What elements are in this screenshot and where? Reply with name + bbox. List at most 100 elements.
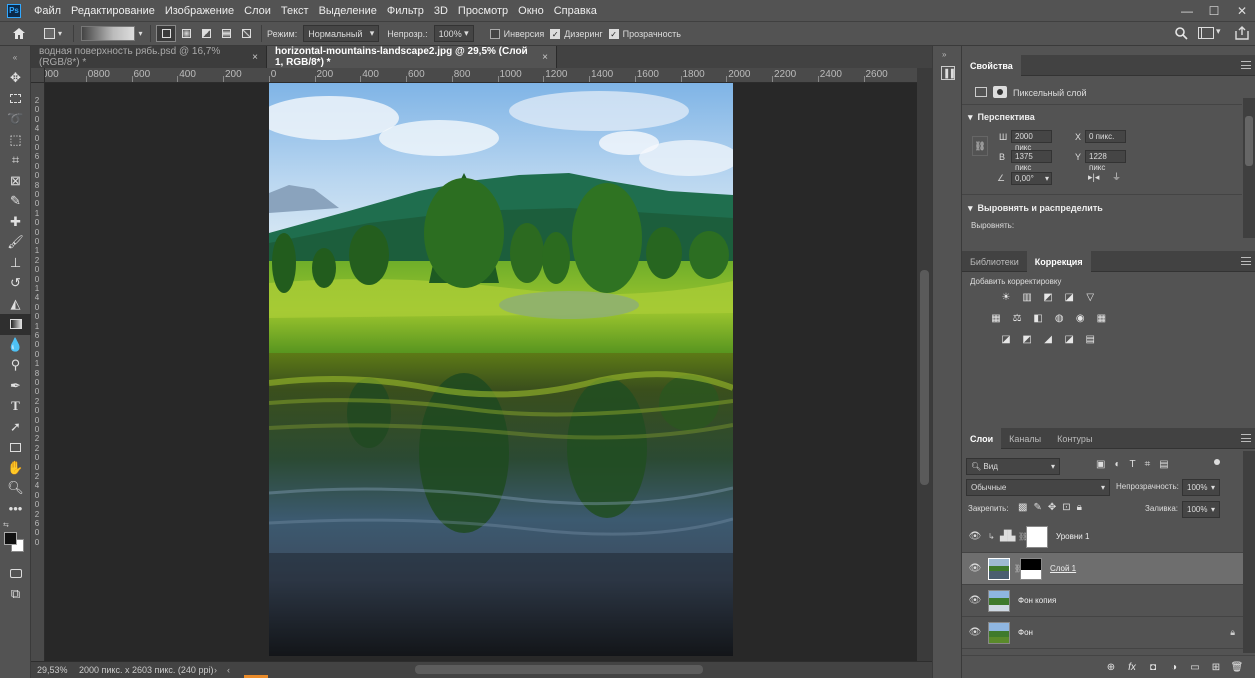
visibility-eye-icon[interactable]: 👁︎ [962,531,988,542]
move-tool-icon[interactable]: ✥ [0,68,31,89]
close-button[interactable]: ✕ [1231,0,1253,21]
invert-icon[interactable]: ◪ [1000,334,1012,345]
lasso-tool-icon[interactable]: ➰ [0,109,31,130]
layer-levels[interactable]: 👁︎ ↳ ▟▙ ⛓ Уровни 1 [962,521,1245,553]
expand-panels-icon[interactable]: » [942,50,946,59]
chain-icon[interactable]: ⛓ [1018,532,1028,541]
tab-layers[interactable]: Слои [962,428,1002,449]
brush-tool-icon[interactable]: 🖌 [0,232,31,253]
new-layer-icon[interactable]: ⊞ [1210,662,1222,673]
properties-scrollbar[interactable] [1243,98,1255,238]
vertical-scroll-thumb[interactable] [920,270,929,485]
add-mask-icon[interactable]: ◘ [1147,662,1159,673]
more-tools-icon[interactable]: ••• [0,499,31,520]
history-brush-icon[interactable]: ↺ [0,273,31,294]
swap-colors-icon[interactable]: ⇆ [3,521,9,529]
type-tool-icon[interactable]: T [0,396,31,417]
history-panel-icon[interactable]: ▐▐ [941,66,955,80]
layer-background-copy[interactable]: 👁︎ Фон копия [962,585,1245,617]
home-icon[interactable] [0,25,38,42]
x-field[interactable]: 0 пикс. [1085,130,1126,143]
mask-thumbnail[interactable] [1020,557,1042,580]
menu-help[interactable]: Справка [549,5,602,17]
brightness-icon[interactable]: ☀ [1000,292,1012,303]
layer-background[interactable]: 👁︎ Фон 🔒︎ [962,617,1245,649]
lock-icon[interactable]: 🔒︎ [1230,627,1235,638]
dodge-tool-icon[interactable]: ⚲ [0,355,31,376]
radial-gradient-icon[interactable] [176,25,196,42]
dither-checkbox[interactable]: ✓ [550,28,561,39]
selective-color-icon[interactable]: ◪ [1063,334,1075,345]
menu-select[interactable]: Выделение [314,5,382,17]
gradient-picker[interactable]: ▾ [79,25,145,42]
new-group-icon[interactable]: ▭ [1189,662,1201,673]
linear-gradient-icon[interactable] [156,25,176,42]
properties-menu-icon[interactable] [1241,61,1251,69]
layer-1[interactable]: 👁︎ ⛓ Слой 1 [962,553,1245,585]
delete-layer-icon[interactable]: 🗑 [1231,662,1244,673]
tab-properties[interactable]: Свойства [962,55,1021,76]
layer-thumbnail[interactable] [988,589,1010,612]
perspective-section[interactable]: ▾ Перспектива [968,112,1035,123]
frame-tool-icon[interactable]: ⊠ [0,171,31,192]
hand-tool-icon[interactable]: ✋ [0,458,31,479]
gradient-map-icon[interactable]: ▤ [1084,334,1096,345]
threshold-icon[interactable]: ◢ [1042,334,1054,345]
stamp-tool-icon[interactable]: ⊥ [0,253,31,274]
menu-window[interactable]: Окно [513,5,549,17]
menu-layers[interactable]: Слои [239,5,276,17]
scroll-left-icon[interactable]: ‹ [227,665,230,675]
link-layers-icon[interactable]: ⊕ [1105,662,1117,673]
layers-menu-icon[interactable] [1241,434,1251,442]
workspace-chevron-icon[interactable]: ▾ [1216,26,1221,37]
eraser-tool-icon[interactable]: ◭ [0,294,31,315]
layer-filter-select[interactable]: 🔍︎ Вид ▾ [966,458,1060,475]
tab-libraries[interactable]: Библиотеки [962,251,1027,272]
document-image[interactable] [269,83,733,656]
black-white-icon[interactable]: ◧ [1032,313,1044,324]
collapse-toolbar-icon[interactable]: « [0,46,30,68]
exposure-icon[interactable]: ◪ [1063,292,1075,303]
layer-name[interactable]: Фон [1018,628,1230,637]
lock-icons[interactable]: ▩✎✥⊡🔒︎ [1018,502,1088,513]
adjustments-menu-icon[interactable] [1241,257,1251,265]
status-arrow-icon[interactable]: › [214,665,217,675]
diamond-gradient-icon[interactable] [236,25,256,42]
posterize-icon[interactable]: ◩ [1021,334,1033,345]
layer-name[interactable]: Фон копия [1018,596,1056,605]
zoom-tool-icon[interactable]: 🔍︎ [0,478,31,499]
opacity-field[interactable]: 100% ▾ [433,25,474,42]
curves-icon[interactable]: ◩ [1042,292,1054,303]
eyedropper-tool-icon[interactable]: ✎ [0,191,31,212]
color-lookup-icon[interactable]: ▦ [1095,313,1107,324]
menu-3d[interactable]: 3D [429,5,453,17]
layer-mask-icon[interactable] [993,86,1007,98]
marquee-tool-icon[interactable] [0,89,31,110]
visibility-eye-icon[interactable]: 👁︎ [962,563,988,574]
visibility-eye-icon[interactable]: 👁︎ [962,595,988,606]
tab-paths[interactable]: Контуры [1049,428,1100,449]
layer-filter-icons[interactable]: ▣◐T⌗▤ [1096,459,1178,470]
menu-filter[interactable]: Фильтр [382,5,429,17]
menu-view[interactable]: Просмотр [453,5,513,17]
reflected-gradient-icon[interactable] [216,25,236,42]
layer-name[interactable]: Уровни 1 [1056,532,1089,541]
hue-saturation-icon[interactable]: ▦ [990,313,1002,324]
blur-tool-icon[interactable]: 💧 [0,335,31,356]
angle-gradient-icon[interactable] [196,25,216,42]
photo-filter-icon[interactable]: ◍ [1053,313,1065,324]
tab-adjustments[interactable]: Коррекция [1026,251,1091,272]
layer-thumbnail[interactable] [988,557,1010,580]
layer-name[interactable]: Слой 1 [1050,564,1076,573]
mode-select[interactable]: Нормальный ▾ [303,25,380,42]
menu-file[interactable]: Файл [29,5,66,17]
workspace-icon[interactable] [1198,27,1214,39]
pen-tool-icon[interactable]: ✒ [0,376,31,397]
layer-opacity-field[interactable]: 100% ▾ [1182,479,1220,496]
screen-mode-icon[interactable]: ⧉ [0,584,31,605]
vibrance-icon[interactable]: ▽ [1084,292,1096,303]
search-icon[interactable] [1174,26,1188,40]
y-field[interactable]: 1228 пикс [1085,150,1126,172]
zoom-level[interactable]: 29,53% [37,665,73,675]
path-selection-icon[interactable]: ➚ [0,417,31,438]
